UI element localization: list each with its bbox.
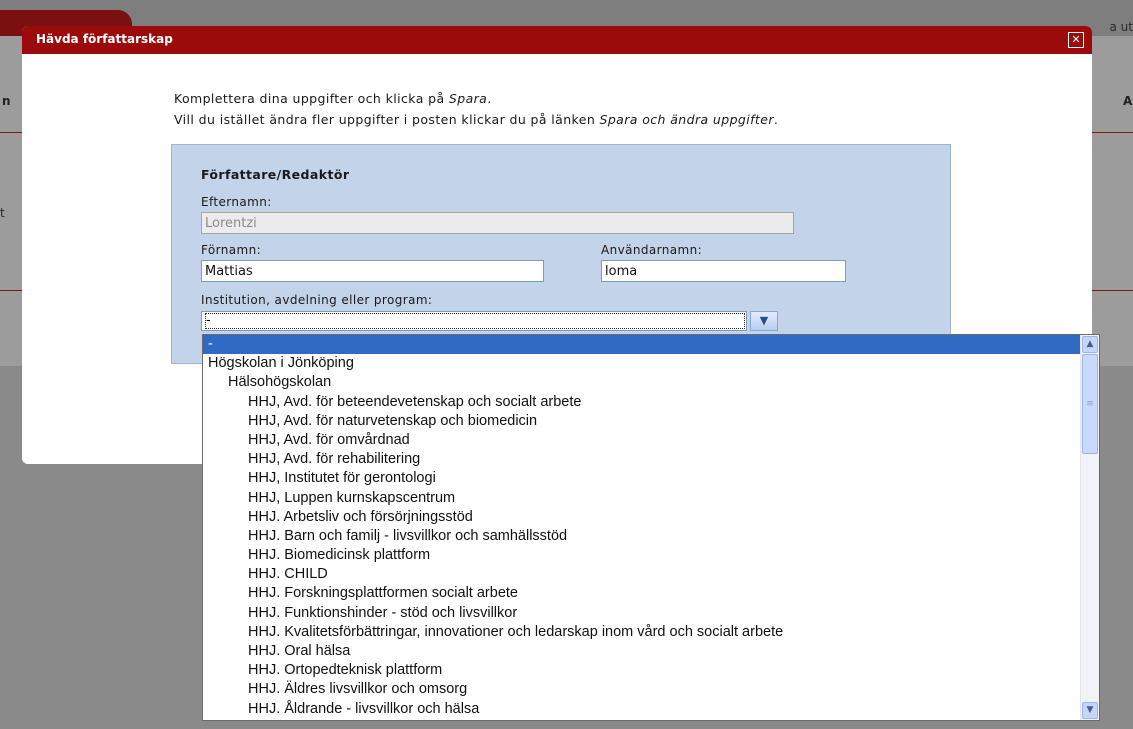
save-and-edit-emphasis: Spara och ändra uppgifter (599, 112, 774, 127)
dropdown-option[interactable]: HHJ. Barn och familj - livsvillkor och s… (203, 527, 1081, 546)
background-edge-text: A (1123, 94, 1133, 108)
firstname-field[interactable]: Mattias (201, 260, 544, 282)
author-editor-panel: Författare/Redaktör Efternamn: Lorentzi … (171, 144, 951, 364)
dropdown-option[interactable]: HHJ. Ortopedteknisk plattform (203, 661, 1081, 680)
dropdown-option[interactable]: HHJ. Forskningsplattformen socialt arbet… (203, 584, 1081, 603)
close-icon[interactable]: ✕ (1068, 32, 1084, 48)
dropdown-scrollbar[interactable]: ▲ ≡ ▼ (1080, 335, 1099, 720)
dropdown-option[interactable]: HHJ. Biomedicinsk plattform (203, 546, 1081, 565)
dropdown-option[interactable]: HHJ. Oral hälsa (203, 642, 1081, 661)
background-logout-link: a ut (1109, 20, 1133, 34)
scroll-up-icon[interactable]: ▲ (1082, 336, 1098, 353)
dropdown-option[interactable]: - (203, 335, 1081, 355)
dropdown-option[interactable]: HHJ, Institutet för gerontologi (203, 469, 1081, 488)
scroll-down-icon[interactable]: ▼ (1082, 702, 1098, 719)
firstname-label: Förnamn: (201, 243, 262, 257)
dropdown-options: - Högskolan i Jönköping Hälsohögskolan HHJ,… (203, 335, 1081, 719)
chevron-down-icon[interactable]: ▼ (750, 311, 778, 331)
background-edge-text: t (0, 206, 5, 220)
dropdown-option[interactable]: HHJ. Äldres livsvillkor och omsorg (203, 680, 1081, 699)
dropdown-option[interactable]: HHJ, Luppen kurnskapscentrum (203, 489, 1081, 508)
dropdown-option[interactable]: HHJ. Funktionshinder - stöd och livsvill… (203, 604, 1081, 623)
lastname-label: Efternamn: (201, 195, 272, 209)
username-label: Användarnamn: (601, 243, 703, 257)
dropdown-option[interactable]: HHJ, Avd. för naturvetenskap och biomedi… (203, 412, 1081, 431)
instruction-line-1: Komplettera dina uppgifter och klicka på… (174, 91, 492, 106)
dropdown-option[interactable]: HHJ, Avd. för rehabilitering (203, 450, 1081, 469)
scrollbar-thumb[interactable]: ≡ (1082, 354, 1098, 454)
background-edge-text: n (2, 94, 11, 108)
panel-heading: Författare/Redaktör (201, 167, 350, 182)
dialog-title: Hävda författarskap (36, 32, 173, 46)
dialog-titlebar: Hävda författarskap ✕ (22, 26, 1092, 54)
dropdown-option[interactable]: HHJ. Åldrande - livsvillkor och hälsa (203, 700, 1081, 719)
instruction-line-2: Vill du istället ändra fler uppgifter i … (174, 112, 779, 127)
dropdown-option[interactable]: HHJ, Avd. för omvårdnad (203, 431, 1081, 450)
dialog-instructions: Komplettera dina uppgifter och klicka på… (174, 88, 778, 130)
dropdown-option[interactable]: Hälsohögskolan (203, 373, 1081, 392)
institution-select[interactable]: - (201, 311, 747, 331)
institution-dropdown-list[interactable]: - Högskolan i Jönköping Hälsohögskolan HHJ,… (202, 334, 1100, 721)
lastname-field: Lorentzi (201, 212, 794, 234)
save-emphasis: Spara (448, 91, 488, 106)
dropdown-option[interactable]: HHJ, Avd. för beteendevetenskap och soci… (203, 393, 1081, 412)
dropdown-option[interactable]: HHJ. Kvalitetsförbättringar, innovatione… (203, 623, 1081, 642)
username-field[interactable]: loma (601, 260, 846, 282)
dropdown-option[interactable]: HHJ. CHILD (203, 565, 1081, 584)
dropdown-option[interactable]: Högskolan i Jönköping (203, 354, 1081, 373)
dropdown-option[interactable]: HHJ. Arbetsliv och försörjningsstöd (203, 508, 1081, 527)
institution-selected-value: - (205, 313, 745, 329)
institution-label: Institution, avdelning eller program: (201, 293, 433, 307)
